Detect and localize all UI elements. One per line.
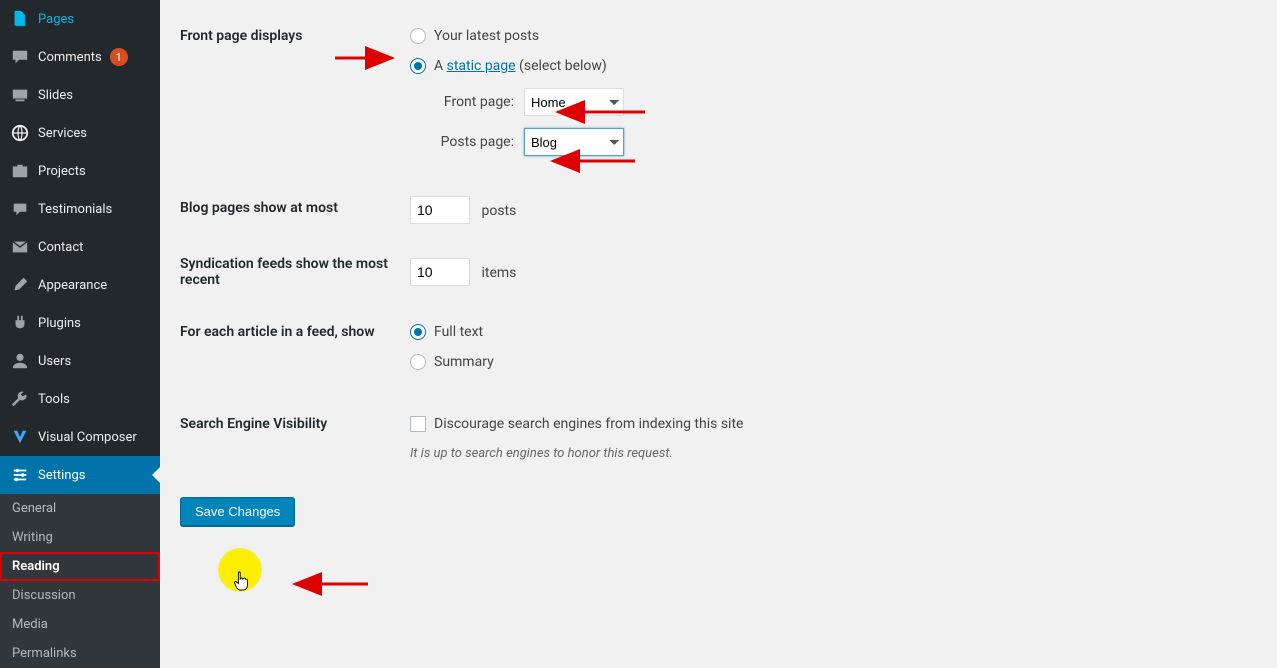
sidebar-item-label: Contact bbox=[38, 240, 83, 255]
label-front-page-displays: Front page displays bbox=[180, 10, 400, 182]
sidebar-item-comments[interactable]: Comments 1 bbox=[0, 38, 160, 76]
comments-badge: 1 bbox=[110, 48, 128, 66]
submenu-item-reading[interactable]: Reading bbox=[0, 552, 160, 581]
sliders-icon bbox=[10, 465, 30, 485]
sidebar-item-pages[interactable]: Pages bbox=[0, 0, 160, 38]
cursor-highlight bbox=[218, 548, 262, 592]
submenu-item-writing[interactable]: Writing bbox=[0, 523, 160, 552]
sidebar-item-label: Comments bbox=[38, 50, 102, 65]
submenu-item-general[interactable]: General bbox=[0, 494, 160, 523]
plug-icon bbox=[10, 313, 30, 333]
static-page-link[interactable]: static page bbox=[447, 58, 516, 74]
radio-latest-posts[interactable] bbox=[410, 28, 426, 44]
submenu-item-discussion[interactable]: Discussion bbox=[0, 581, 160, 610]
sidebar-item-services[interactable]: Services bbox=[0, 114, 160, 152]
sidebar-item-tools[interactable]: Tools bbox=[0, 380, 160, 418]
sidebar-item-label: Slides bbox=[38, 88, 73, 103]
cursor-pointer-icon bbox=[233, 570, 251, 592]
globe-icon bbox=[10, 123, 30, 143]
sidebar-item-visual-composer[interactable]: Visual Composer bbox=[0, 418, 160, 456]
briefcase-icon bbox=[10, 161, 30, 181]
sidebar-item-label: Appearance bbox=[38, 278, 107, 293]
sidebar-item-label: Settings bbox=[38, 468, 85, 483]
settings-reading-form: Front page displays Your latest posts A … bbox=[160, 0, 1277, 667]
sidebar-item-label: Testimonials bbox=[38, 202, 112, 217]
suffix-posts: posts bbox=[481, 203, 516, 219]
option-static-prefix: A bbox=[434, 58, 447, 74]
sidebar-item-settings[interactable]: Settings bbox=[0, 456, 160, 494]
save-changes-button[interactable]: Save Changes bbox=[180, 497, 295, 526]
envelope-icon bbox=[10, 237, 30, 257]
option-latest-posts-label: Your latest posts bbox=[434, 28, 539, 44]
sidebar-item-projects[interactable]: Projects bbox=[0, 152, 160, 190]
option-static-suffix: (select below) bbox=[516, 58, 607, 74]
label-syndication-feeds: Syndication feeds show the most recent bbox=[180, 238, 400, 306]
input-blog-pages-count[interactable] bbox=[410, 196, 470, 224]
sidebar-item-users[interactable]: Users bbox=[0, 342, 160, 380]
suffix-items: items bbox=[481, 265, 516, 281]
sidebar-item-label: Plugins bbox=[38, 316, 81, 331]
radio-static-page[interactable] bbox=[410, 58, 426, 74]
vc-icon bbox=[10, 427, 30, 447]
select-posts-page[interactable]: Blog bbox=[524, 128, 624, 156]
sidebar-item-label: Tools bbox=[38, 392, 70, 407]
radio-full-text[interactable] bbox=[410, 324, 426, 340]
sidebar-item-label: Pages bbox=[38, 12, 74, 27]
sidebar-item-label: Visual Composer bbox=[38, 430, 137, 445]
select-front-page[interactable]: Home bbox=[524, 88, 624, 116]
submenu-item-media[interactable]: Media bbox=[0, 610, 160, 639]
sidebar-item-testimonials[interactable]: Testimonials bbox=[0, 190, 160, 228]
sidebar-item-contact[interactable]: Contact bbox=[0, 228, 160, 266]
comments-icon bbox=[10, 47, 30, 67]
pages-icon bbox=[10, 9, 30, 29]
label-front-page: Front page: bbox=[434, 94, 514, 110]
settings-submenu: General Writing Reading Discussion Media… bbox=[0, 494, 160, 668]
option-discourage-label: Discourage search engines from indexing … bbox=[434, 416, 743, 432]
sidebar-item-label: Services bbox=[38, 126, 87, 141]
sidebar-item-label: Projects bbox=[38, 164, 86, 179]
sidebar-item-slides[interactable]: Slides bbox=[0, 76, 160, 114]
sidebar-item-label: Users bbox=[38, 354, 71, 369]
label-search-engine-visibility: Search Engine Visibility bbox=[180, 398, 400, 475]
user-icon bbox=[10, 351, 30, 371]
option-full-text-label: Full text bbox=[434, 324, 483, 340]
sidebar-item-appearance[interactable]: Appearance bbox=[0, 266, 160, 304]
submenu-item-permalinks[interactable]: Permalinks bbox=[0, 639, 160, 668]
label-posts-page: Posts page: bbox=[434, 134, 514, 150]
checkbox-discourage-search[interactable] bbox=[410, 416, 426, 432]
input-syndication-count[interactable] bbox=[410, 258, 470, 286]
radio-summary[interactable] bbox=[410, 354, 426, 370]
admin-sidebar: Pages Comments 1 Slides Services Project… bbox=[0, 0, 160, 667]
label-feed-article: For each article in a feed, show bbox=[180, 306, 400, 398]
wrench-icon bbox=[10, 389, 30, 409]
slides-icon bbox=[10, 85, 30, 105]
sidebar-item-plugins[interactable]: Plugins bbox=[0, 304, 160, 342]
label-blog-pages-show: Blog pages show at most bbox=[180, 182, 400, 238]
search-engine-description: It is up to search engines to honor this… bbox=[410, 446, 1247, 461]
brush-icon bbox=[10, 275, 30, 295]
option-summary-label: Summary bbox=[434, 354, 494, 370]
quote-icon bbox=[10, 199, 30, 219]
